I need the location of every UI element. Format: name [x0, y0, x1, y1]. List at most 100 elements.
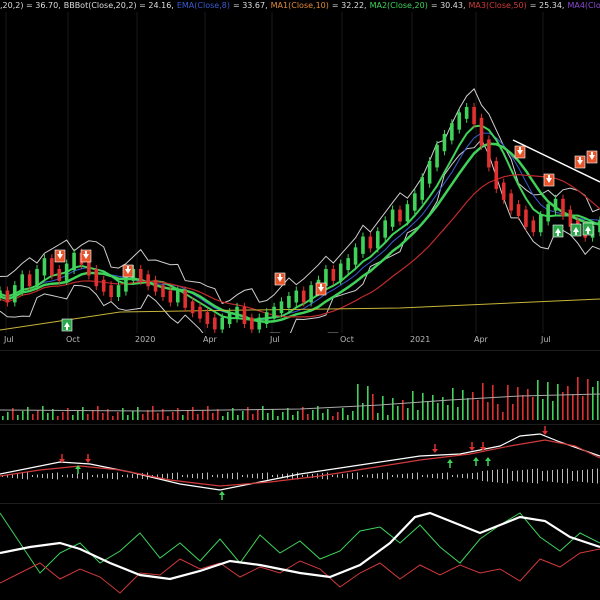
- volume-bar: [372, 394, 374, 420]
- macd-histogram-bar: [87, 472, 88, 480]
- candle-body: [479, 117, 484, 146]
- volume-bar: [452, 388, 454, 420]
- macd-panel[interactable]: [0, 424, 600, 502]
- macd-histogram-bar: [552, 470, 553, 482]
- volume-bar: [482, 383, 484, 420]
- volume-bar: [202, 410, 204, 420]
- volume-bar: [327, 409, 329, 420]
- volume-bar: [112, 416, 114, 420]
- volume-bar: [127, 415, 129, 420]
- legend-item: ,20,2) = 36.70,: [0, 1, 61, 10]
- macd-histogram-bar: [242, 475, 243, 477]
- macd-histogram-bar: [577, 470, 578, 482]
- candle-body: [272, 306, 276, 319]
- volume-bar: [17, 415, 19, 420]
- stock-chart-window: ,20,2) = 36.70, BBBot(Close,20,2) = 24.16…: [0, 0, 600, 600]
- macd-histogram-bar: [222, 474, 223, 478]
- macd-histogram-bar: [582, 470, 583, 482]
- volume-bar: [32, 414, 34, 420]
- x-axis-label: 2020: [135, 335, 156, 344]
- candle-body: [553, 198, 558, 211]
- macd-histogram-bar: [32, 475, 33, 477]
- volume-bar: [537, 380, 539, 420]
- candle-body: [13, 285, 17, 303]
- volume-bar: [152, 406, 154, 420]
- candle-body: [109, 285, 113, 298]
- volume-bar: [132, 411, 134, 420]
- candle-body: [561, 198, 565, 217]
- volume-bar: [547, 382, 549, 420]
- volume-bar: [582, 396, 584, 420]
- volume-bar: [412, 391, 414, 420]
- macd-histogram-bar: [62, 475, 63, 477]
- macd-histogram-bar: [102, 474, 103, 478]
- volume-bar: [337, 412, 339, 420]
- macd-histogram-bar: [557, 469, 558, 483]
- volume-bar: [122, 408, 124, 420]
- buy-arrow-icon: [570, 223, 582, 237]
- price-panel[interactable]: [0, 12, 600, 346]
- price-chart[interactable]: [0, 12, 600, 346]
- candle-body: [383, 220, 387, 238]
- macd-sell-arrow-icon: [432, 444, 438, 453]
- candle-body: [524, 209, 528, 227]
- macd-histogram-bar: [302, 475, 303, 477]
- macd-histogram-bar: [477, 472, 478, 480]
- candle-body: [168, 290, 173, 303]
- legend-item: = 33.67,: [232, 1, 268, 10]
- candle-body: [20, 274, 25, 292]
- volume-chart[interactable]: [0, 350, 600, 422]
- volume-bar: [77, 411, 79, 420]
- candle-body: [257, 317, 262, 330]
- volume-bar: [392, 398, 394, 420]
- candle-body: [175, 290, 180, 303]
- x-axis-label: Apr: [203, 335, 217, 344]
- candle-body: [161, 285, 165, 298]
- volume-bar: [192, 407, 194, 420]
- volume-bar: [487, 402, 489, 420]
- volume-bar: [247, 407, 249, 420]
- macd-histogram-bar: [382, 473, 383, 479]
- legend-item: MA4(Close,150): [567, 1, 600, 10]
- macd-histogram-bar: [107, 473, 108, 479]
- volume-bar: [42, 406, 44, 420]
- volume-bar: [577, 377, 579, 420]
- volume-bar: [587, 379, 589, 420]
- macd-histogram-bar: [67, 474, 68, 478]
- oscillator-chart[interactable]: [0, 503, 600, 600]
- macd-chart[interactable]: [0, 424, 600, 502]
- legend-item: BBBot(Close,20,2) = 24.16,: [63, 1, 174, 10]
- macd-histogram-bar: [457, 474, 458, 478]
- ma2-line: [0, 142, 600, 324]
- x-axis-label: Jul: [541, 335, 551, 344]
- macd-histogram-bar: [72, 474, 73, 478]
- volume-bar: [47, 413, 49, 420]
- volume-bar: [322, 413, 324, 420]
- macd-histogram-bar: [327, 472, 328, 480]
- volume-bar: [497, 404, 499, 420]
- candle-body: [331, 268, 336, 281]
- macd-histogram-bar: [27, 472, 28, 480]
- macd-histogram-bar: [247, 474, 248, 478]
- volume-bar: [167, 416, 169, 420]
- candle-body: [0, 290, 2, 298]
- volume-bar: [282, 412, 284, 420]
- macd-histogram-bar: [232, 473, 233, 479]
- volume-bar: [67, 408, 69, 420]
- macd-histogram-bar: [122, 475, 123, 477]
- macd-sell-arrow-icon: [469, 442, 475, 451]
- macd-histogram-bar: [497, 469, 498, 483]
- volume-bar: [287, 408, 289, 420]
- oscillator-panel[interactable]: [0, 503, 600, 600]
- volume-panel[interactable]: [0, 350, 600, 422]
- macd-histogram-bar: [212, 475, 213, 477]
- volume-bar: [187, 411, 189, 420]
- macd-histogram-bar: [192, 474, 193, 478]
- ema-line: [0, 132, 600, 321]
- volume-bar: [472, 392, 474, 420]
- macd-histogram-bar: [357, 472, 358, 480]
- volume-bar: [7, 412, 9, 420]
- volume-bar: [382, 396, 384, 420]
- macd-histogram-bar: [367, 474, 368, 478]
- macd-histogram-bar: [487, 470, 488, 482]
